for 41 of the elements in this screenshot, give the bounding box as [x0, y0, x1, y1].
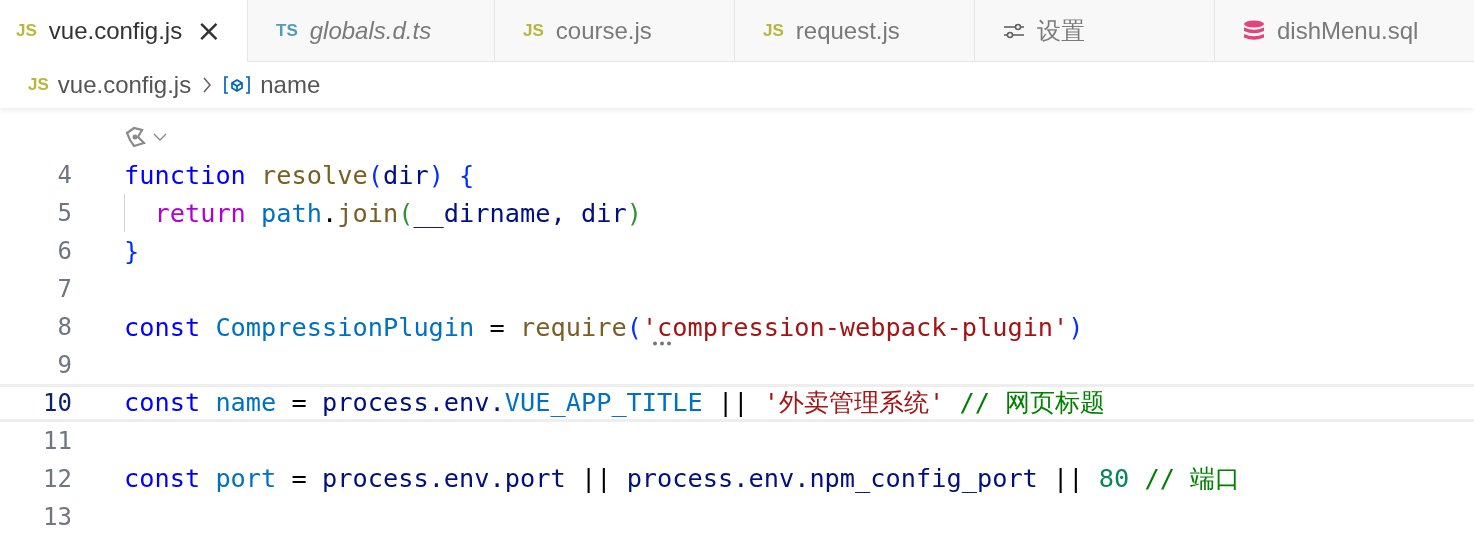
variable-symbol-icon	[223, 75, 252, 95]
line-number: 12	[42, 465, 72, 493]
line-number: 13	[42, 503, 72, 531]
line-number: 9	[56, 351, 72, 379]
code-line: const port = process.env.port || process.env.npm_config_port || 80 // 端口	[124, 463, 1241, 495]
code-line: const name = process.env.VUE_APP_TITLE || '外卖管理系统' // 网页标题	[124, 387, 1106, 419]
file-type-icon: JS	[763, 20, 784, 41]
database-icon	[1243, 19, 1265, 42]
editor-tab[interactable]: TS globals.d.ts	[248, 0, 495, 62]
close-button[interactable]: ×	[194, 15, 224, 46]
tab-label: dishMenu.sql	[1277, 16, 1419, 45]
file-type-icon: TS	[276, 20, 298, 41]
editor-tab[interactable]: dishMenu.sql	[1215, 0, 1474, 62]
tab-label: globals.d.ts	[309, 16, 432, 45]
code-line: return path.join(__dirname, dir)	[153, 198, 642, 228]
code-line: const CompressionPlugin = require('compression-webpack-plugin')	[124, 312, 1084, 342]
line-number: 6	[56, 237, 72, 265]
line-number: 5	[56, 199, 72, 227]
chevron-down-icon	[152, 132, 168, 142]
editor-tab[interactable]: JS request.js	[735, 0, 975, 62]
sliders-icon	[1003, 21, 1025, 40]
breadcrumb-item[interactable]: vue.config.js	[57, 71, 192, 99]
tab-label: vue.config.js	[48, 16, 183, 45]
file-type-icon: JS	[523, 20, 544, 41]
file-type-icon: JS	[28, 75, 49, 95]
line-number: 7	[56, 275, 72, 303]
editor-tab[interactable]: 设置	[975, 0, 1215, 62]
line-number: 11	[42, 427, 72, 455]
code-line: }	[124, 236, 140, 266]
line-number: 10	[42, 389, 72, 417]
chevron-right-icon	[202, 76, 213, 94]
line-number: 4	[56, 161, 72, 189]
breadcrumb-item[interactable]: name	[260, 71, 321, 99]
editor-tab[interactable]: JS course.js	[495, 0, 735, 62]
tab-label: course.js	[555, 16, 652, 45]
editor-tab[interactable]: JS vue.config.js ×	[0, 0, 248, 62]
tab-label: 设置	[1037, 15, 1085, 46]
code-line: function resolve(dir) {	[124, 160, 475, 190]
file-type-icon: JS	[16, 20, 37, 41]
line-number: 8	[56, 313, 72, 341]
tab-label: request.js	[795, 16, 900, 45]
